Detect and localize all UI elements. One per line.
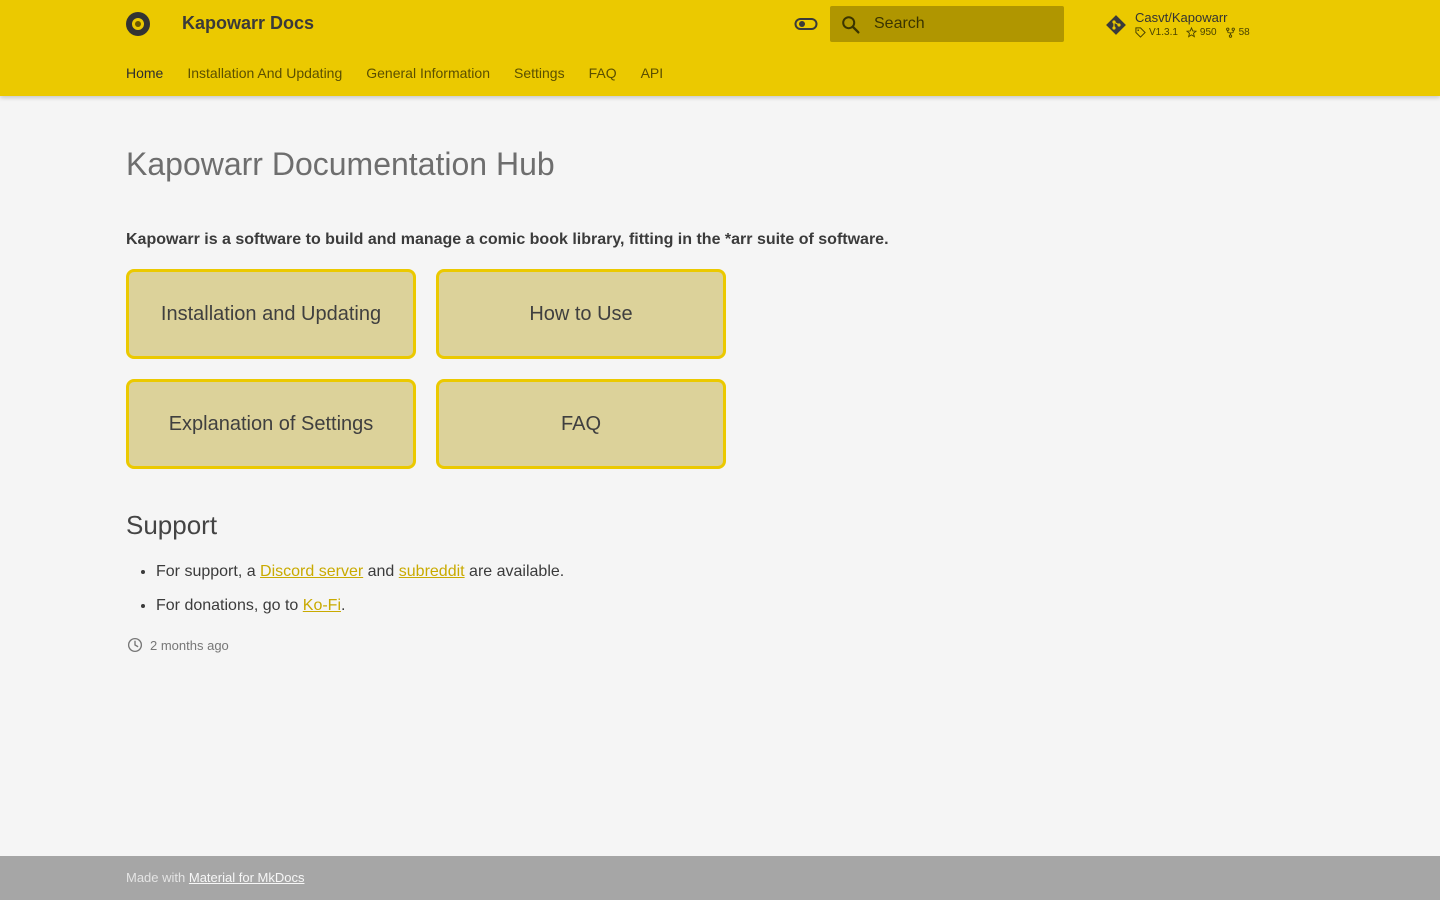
repo-name: Casvt/Kapowarr [1135, 10, 1228, 25]
subreddit-link[interactable]: subreddit [399, 563, 465, 580]
last-updated: 2 months ago [126, 636, 229, 654]
tab-faq[interactable]: FAQ [589, 65, 617, 81]
theme-toggle-icon[interactable] [794, 16, 818, 32]
repo-version-text: V1.3.1 [1149, 27, 1178, 38]
repo-stars: 950 [1185, 27, 1217, 38]
footer: Made with Material for MkDocs [0, 856, 1440, 900]
tag-icon [1135, 27, 1146, 38]
clock-icon [127, 637, 143, 653]
search-input[interactable]: Search [830, 6, 1064, 42]
list-item: For donations, go to Ko-Fi. [156, 595, 564, 629]
site-title[interactable]: Kapowarr Docs [182, 13, 314, 34]
search-placeholder: Search [874, 15, 925, 32]
tab-general-information[interactable]: General Information [366, 65, 490, 81]
repo-link[interactable]: Casvt/Kapowarr V1.3.1 950 58 [1104, 10, 1284, 42]
tab-installation-and-updating[interactable]: Installation And Updating [187, 65, 342, 81]
repo-forks-text: 58 [1238, 27, 1250, 38]
tab-api[interactable]: API [641, 65, 664, 81]
card-faq[interactable]: FAQ [436, 379, 726, 469]
last-updated-text: 2 months ago [150, 637, 229, 653]
footer-text: Made with Material for MkDocs [126, 870, 304, 885]
fork-icon [1225, 27, 1235, 38]
repo-stars-text: 950 [1199, 27, 1217, 38]
lead-text: Kapowarr is a software to build and mana… [126, 231, 889, 248]
tab-home[interactable]: Home [126, 65, 163, 81]
donation-text-suffix: . [341, 597, 346, 614]
git-icon [1104, 13, 1128, 37]
discord-link[interactable]: Discord server [260, 563, 363, 580]
nav-tabs: Home Installation And Updating General I… [126, 65, 663, 81]
repo-version: V1.3.1 [1135, 27, 1178, 38]
support-list: For support, a Discord server and subred… [156, 561, 564, 629]
tab-settings[interactable]: Settings [514, 65, 565, 81]
repo-facts: V1.3.1 950 58 [1135, 27, 1250, 38]
logo-icon[interactable] [126, 12, 150, 36]
support-text-prefix: For support, a [156, 563, 261, 580]
search-icon [840, 14, 862, 36]
donation-text-prefix: For donations, go to [156, 597, 303, 614]
card-explanation-of-settings[interactable]: Explanation of Settings [126, 379, 416, 469]
page-title: Kapowarr Documentation Hub [126, 146, 555, 182]
support-text-suffix: are available. [464, 563, 565, 580]
kofi-link[interactable]: Ko-Fi [303, 597, 341, 614]
support-text-mid: and [363, 563, 399, 580]
footer-prefix: Made with [126, 870, 189, 885]
support-heading: Support [126, 510, 218, 540]
footer-link[interactable]: Material for MkDocs [189, 870, 305, 885]
card-how-to-use[interactable]: How to Use [436, 269, 726, 359]
star-icon [1185, 27, 1197, 38]
header: Kapowarr Docs Search Casvt/Kapowarr V1.3… [0, 0, 1440, 96]
list-item: For support, a Discord server and subred… [156, 561, 564, 595]
card-installation-and-updating[interactable]: Installation and Updating [126, 269, 416, 359]
repo-forks: 58 [1225, 27, 1250, 38]
